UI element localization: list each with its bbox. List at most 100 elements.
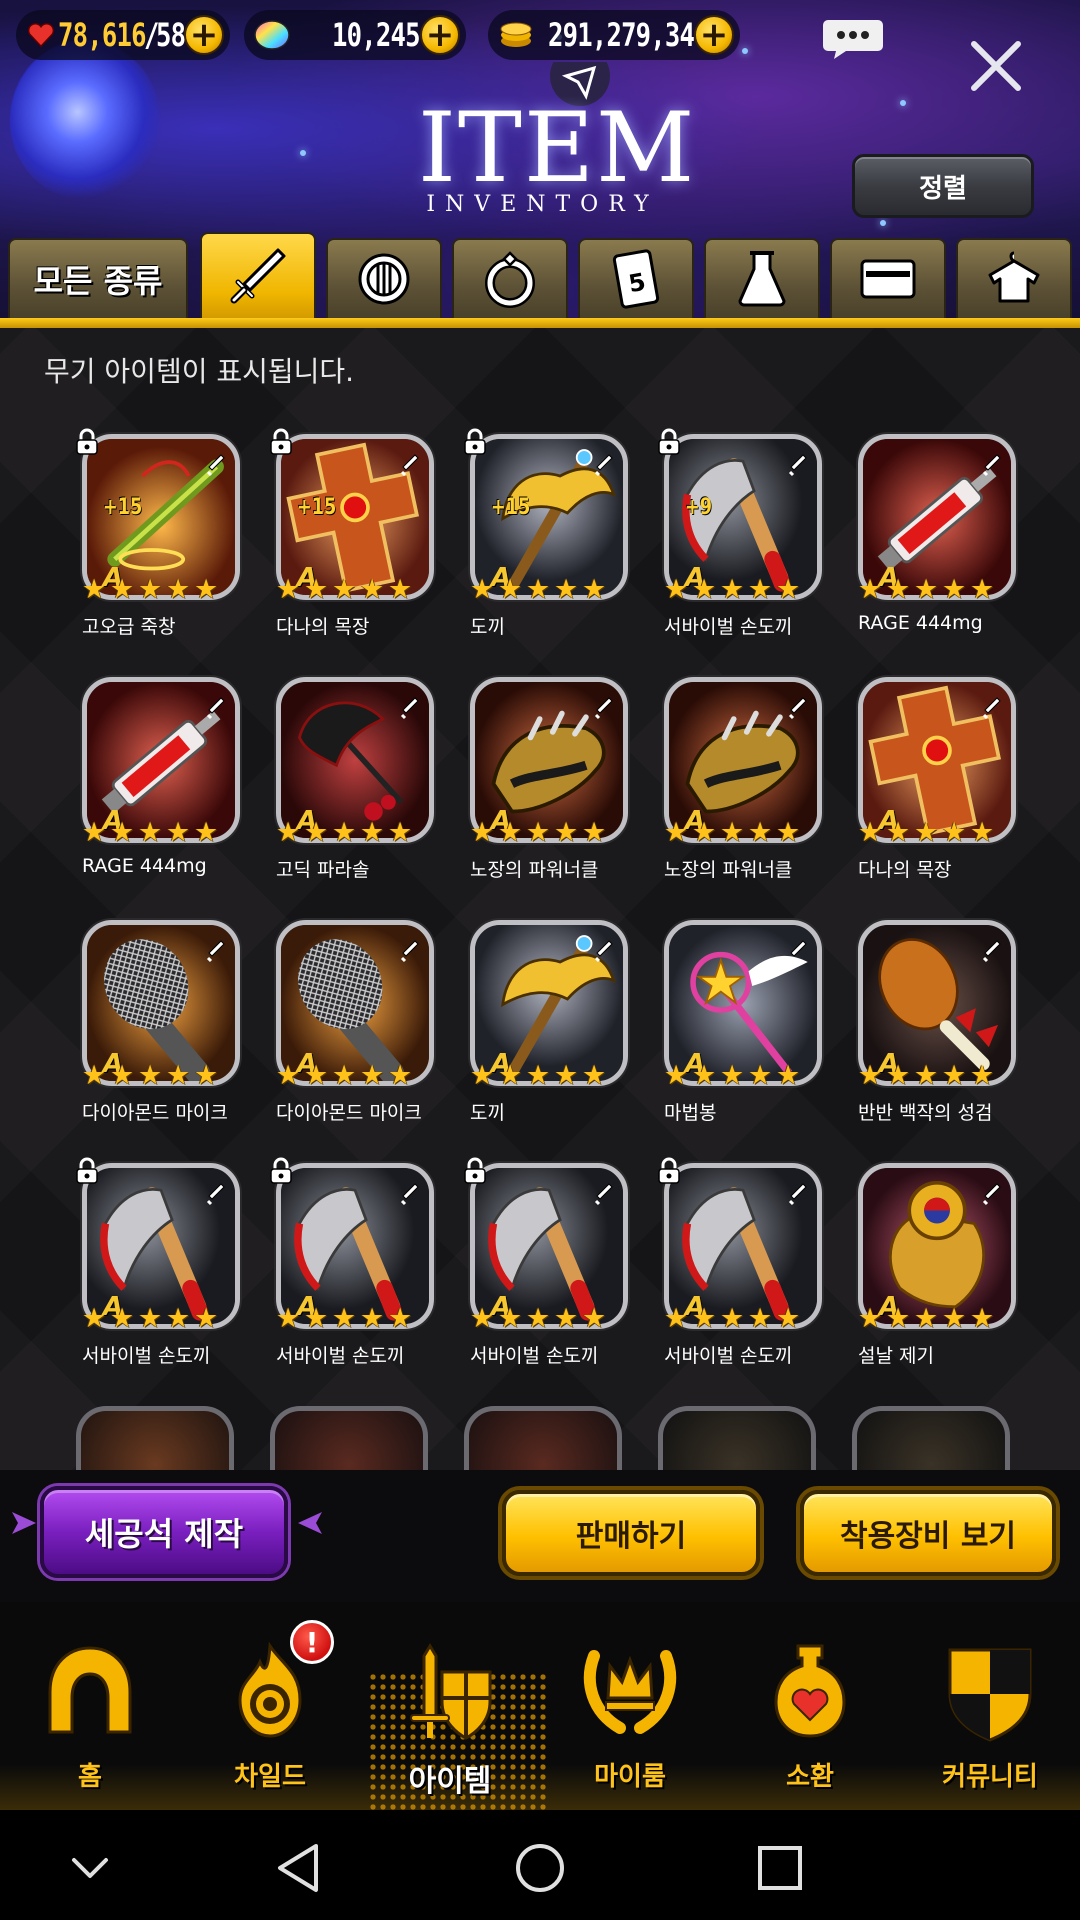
item-card-partial[interactable] <box>658 1406 816 1478</box>
add-gems-button[interactable]: + <box>420 15 460 55</box>
nav-home-label: 홈 <box>78 1762 102 1792</box>
star-icon: ★ <box>138 1060 163 1091</box>
star-icon: ★ <box>554 1060 579 1091</box>
star-icon: ★ <box>360 817 385 848</box>
item-card[interactable]: A ★ ★ ★ ★ ★ 서바이벌 손도끼 <box>462 1157 642 1387</box>
star-rating: ★ ★ ★ ★ ★ <box>470 1305 609 1333</box>
tab-weapon[interactable] <box>200 232 316 320</box>
star-icon: ★ <box>720 1303 745 1334</box>
nav-child[interactable]: 차일드 <box>190 1642 350 1810</box>
item-card[interactable]: A ★ ★ ★ ★ ★ 노장의 파워너클 <box>462 671 642 901</box>
sparkle-decoration <box>742 48 748 54</box>
frame-icon <box>860 259 916 299</box>
lock-icon <box>658 428 680 455</box>
item-card[interactable]: A ★ ★ ★ ★ ★ RAGE 444mg <box>850 428 1030 658</box>
sword-glint-icon <box>400 940 419 963</box>
star-rating: ★ ★ ★ ★ ★ <box>470 819 609 847</box>
star-rating: ★ ★ ★ ★ ★ <box>470 1062 609 1090</box>
sell-button[interactable]: 판매하기 <box>502 1490 760 1576</box>
star-rating: ★ ★ ★ ★ ★ <box>276 576 415 604</box>
flask-icon <box>738 251 786 307</box>
chevron-down-icon[interactable] <box>62 1840 118 1896</box>
item-card-partial[interactable] <box>270 1406 428 1478</box>
item-card[interactable]: A ★ ★ ★ ★ ★ 반반 백작의 성검 <box>850 914 1030 1144</box>
tab-all-types-label: 모든 종류 <box>33 262 163 300</box>
nav-summon[interactable]: 소환 <box>730 1642 890 1810</box>
wing-ornament-icon <box>12 1512 36 1534</box>
item-card[interactable]: +9 A ★ ★ ★ ★ ★ 서바이벌 손도끼 <box>656 428 836 658</box>
add-coins-button[interactable]: + <box>694 15 734 55</box>
nav-community[interactable]: 커뮤니티 <box>910 1642 1070 1810</box>
sword-icon <box>230 248 286 304</box>
star-rating: ★ ★ ★ ★ ★ <box>664 1305 803 1333</box>
ring-icon <box>485 251 535 308</box>
item-card[interactable]: A ★ ★ ★ ★ ★ 설날 제기 <box>850 1157 1030 1387</box>
star-icon: ★ <box>720 1060 745 1091</box>
nav-child-label: 차일드 <box>234 1762 306 1792</box>
star-icon: ★ <box>554 817 579 848</box>
star-icon: ★ <box>886 574 911 605</box>
nav-home[interactable]: 홈 <box>10 1642 170 1810</box>
star-icon: ★ <box>970 1060 995 1091</box>
item-card[interactable]: A ★ ★ ★ ★ ★ 고딕 파라솔 <box>268 671 448 901</box>
back-triangle-icon[interactable] <box>272 1840 328 1896</box>
lock-icon <box>270 1157 292 1184</box>
item-card-partial[interactable] <box>852 1406 1010 1478</box>
item-card[interactable]: A ★ ★ ★ ★ ★ 서바이벌 손도끼 <box>268 1157 448 1387</box>
item-card[interactable]: A ★ ★ ★ ★ ★ 노장의 파워너클 <box>656 671 836 901</box>
item-card[interactable]: +15 A ★ ★ ★ ★ ★ 고오급 죽창 <box>74 428 254 658</box>
tab-armor[interactable] <box>326 238 442 320</box>
item-card[interactable]: A ★ ★ ★ ★ ★ 서바이벌 손도끼 <box>74 1157 254 1387</box>
item-card[interactable]: +15 A ★ ★ ★ ★ ★ 도끼 <box>462 428 642 658</box>
sparkle-decoration <box>880 220 886 226</box>
card-icon: 5 <box>612 249 660 309</box>
action-bar: 세공석 제작 판매하기 착용장비 보기 <box>0 1470 1080 1602</box>
item-card-partial[interactable] <box>464 1406 622 1478</box>
item-card[interactable]: +15 A ★ ★ ★ ★ ★ 다나의 목장 <box>268 428 448 658</box>
item-name: 서바이벌 손도끼 <box>82 1345 211 1367</box>
view-equipped-button[interactable]: 착용장비 보기 <box>800 1490 1056 1576</box>
star-rating: ★ ★ ★ ★ ★ <box>858 576 997 604</box>
item-card[interactable]: A ★ ★ ★ ★ ★ 다나의 목장 <box>850 671 1030 901</box>
item-grid-area[interactable]: 무기 아이템이 표시됩니다. +15 A ★ ★ ★ ★ ★ 고오급 죽창 +15 A ★ ★ ★ ★ ★ 다… <box>0 328 1080 1480</box>
hearts-resource: 78,616 / 584 + <box>16 10 230 60</box>
tab-costumes[interactable] <box>956 238 1072 320</box>
item-card[interactable]: A ★ ★ ★ ★ ★ 마법봉 <box>656 914 836 1144</box>
star-icon: ★ <box>166 574 191 605</box>
nav-myroom[interactable]: 마이룸 <box>550 1642 710 1810</box>
lock-icon <box>658 1157 680 1184</box>
gem-craft-button[interactable]: 세공석 제작 <box>40 1486 288 1578</box>
tab-frames[interactable] <box>830 238 946 320</box>
add-hearts-button[interactable]: + <box>184 15 224 55</box>
star-rating: ★ ★ ★ ★ ★ <box>664 576 803 604</box>
sword-glint-icon <box>788 454 807 477</box>
tab-accessory[interactable] <box>452 238 568 320</box>
star-rating: ★ ★ ★ ★ ★ <box>276 1062 415 1090</box>
item-card[interactable]: A ★ ★ ★ ★ ★ 도끼 <box>462 914 642 1144</box>
star-icon: ★ <box>194 1303 219 1334</box>
item-card-partial[interactable] <box>76 1406 234 1478</box>
tab-all-types[interactable]: 모든 종류 <box>8 238 188 320</box>
star-icon: ★ <box>110 817 135 848</box>
item-card[interactable]: A ★ ★ ★ ★ ★ 다이아몬드 마이크 <box>74 914 254 1144</box>
star-icon: ★ <box>776 574 801 605</box>
star-icon: ★ <box>194 1060 219 1091</box>
recents-square-icon[interactable] <box>752 1840 808 1896</box>
item-card[interactable]: A ★ ★ ★ ★ ★ RAGE 444mg <box>74 671 254 901</box>
tab-cards[interactable]: 5 <box>578 238 694 320</box>
star-icon: ★ <box>692 1060 717 1091</box>
star-icon: ★ <box>194 817 219 848</box>
home-circle-icon[interactable] <box>512 1840 568 1896</box>
chat-bubble-icon[interactable] <box>822 18 884 60</box>
tab-consumables[interactable] <box>704 238 820 320</box>
star-icon: ★ <box>914 1303 939 1334</box>
sort-button[interactable]: 정렬 <box>852 154 1034 218</box>
star-rating: ★ ★ ★ ★ ★ <box>858 1062 997 1090</box>
gold-coin-icon <box>500 22 532 47</box>
star-icon: ★ <box>82 574 107 605</box>
item-card[interactable]: A ★ ★ ★ ★ ★ 다이아몬드 마이크 <box>268 914 448 1144</box>
nav-item[interactable]: 아이템 <box>368 1642 548 1812</box>
close-icon[interactable] <box>968 38 1024 94</box>
rainbow-gem-icon <box>254 20 290 50</box>
item-card[interactable]: A ★ ★ ★ ★ ★ 서바이벌 손도끼 <box>656 1157 836 1387</box>
